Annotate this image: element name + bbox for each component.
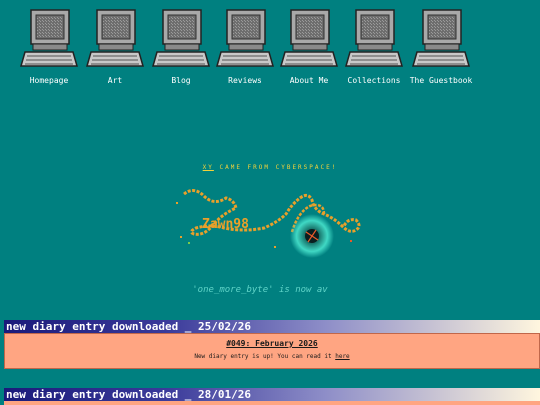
nav-collections[interactable]: Collections — [341, 6, 407, 90]
computer-icon — [20, 9, 78, 67]
computer-icon — [345, 9, 403, 67]
diary-entry-text-body: New diary entry is up! You can read it — [194, 353, 336, 360]
logo-text: Zawn98 — [202, 217, 249, 232]
nav-reviews[interactable]: Reviews — [212, 6, 278, 90]
diary-entry: new diary entry downloaded _ 25/02/26 #0… — [4, 320, 540, 369]
diary-entry-body — [4, 401, 540, 405]
tagline-prefix: XY — [202, 164, 214, 171]
nav-homepage[interactable]: Homepage — [16, 6, 82, 90]
computer-icon — [280, 9, 338, 67]
tagline-rest: CAME FROM CYBERSPACE! — [213, 164, 338, 171]
marquee-text: on 'one_more_byte' is now av — [192, 285, 328, 295]
diary-entry: new diary entry downloaded _ 28/01/26 — [4, 388, 540, 405]
banner-tagline: XY CAME FROM CYBERSPACE! — [170, 164, 370, 171]
computer-icon — [152, 9, 210, 67]
computer-icon — [412, 9, 470, 67]
diary-entry-header: new diary entry downloaded _ 25/02/26 — [4, 320, 540, 333]
site-banner: XY CAME FROM CYBERSPACE! Zawn98 — [170, 160, 370, 260]
marquee: on 'one_more_byte' is now av — [192, 285, 349, 297]
computer-icon — [216, 9, 274, 67]
nav-icon-row: Homepage Art Blog Reviews About Me Colle… — [16, 6, 486, 92]
nav-about-me[interactable]: About Me — [276, 6, 342, 90]
read-here-link[interactable]: here — [335, 353, 349, 360]
computer-icon — [86, 9, 144, 67]
site-logo: Zawn98 — [176, 189, 361, 258]
diary-entry-body: #049: February 2026 New diary entry is u… — [4, 333, 540, 369]
diary-entry-text: New diary entry is up! You can read it h… — [5, 348, 539, 360]
nav-guestbook[interactable]: The Guestbook — [408, 6, 474, 90]
diary-entry-header: new diary entry downloaded _ 28/01/26 — [4, 388, 540, 401]
diary-entry-title[interactable]: #049: February 2026 — [5, 334, 539, 348]
nav-art[interactable]: Art — [82, 6, 148, 90]
nav-blog[interactable]: Blog — [148, 6, 214, 90]
nav-label: The Guestbook — [409, 76, 473, 85]
